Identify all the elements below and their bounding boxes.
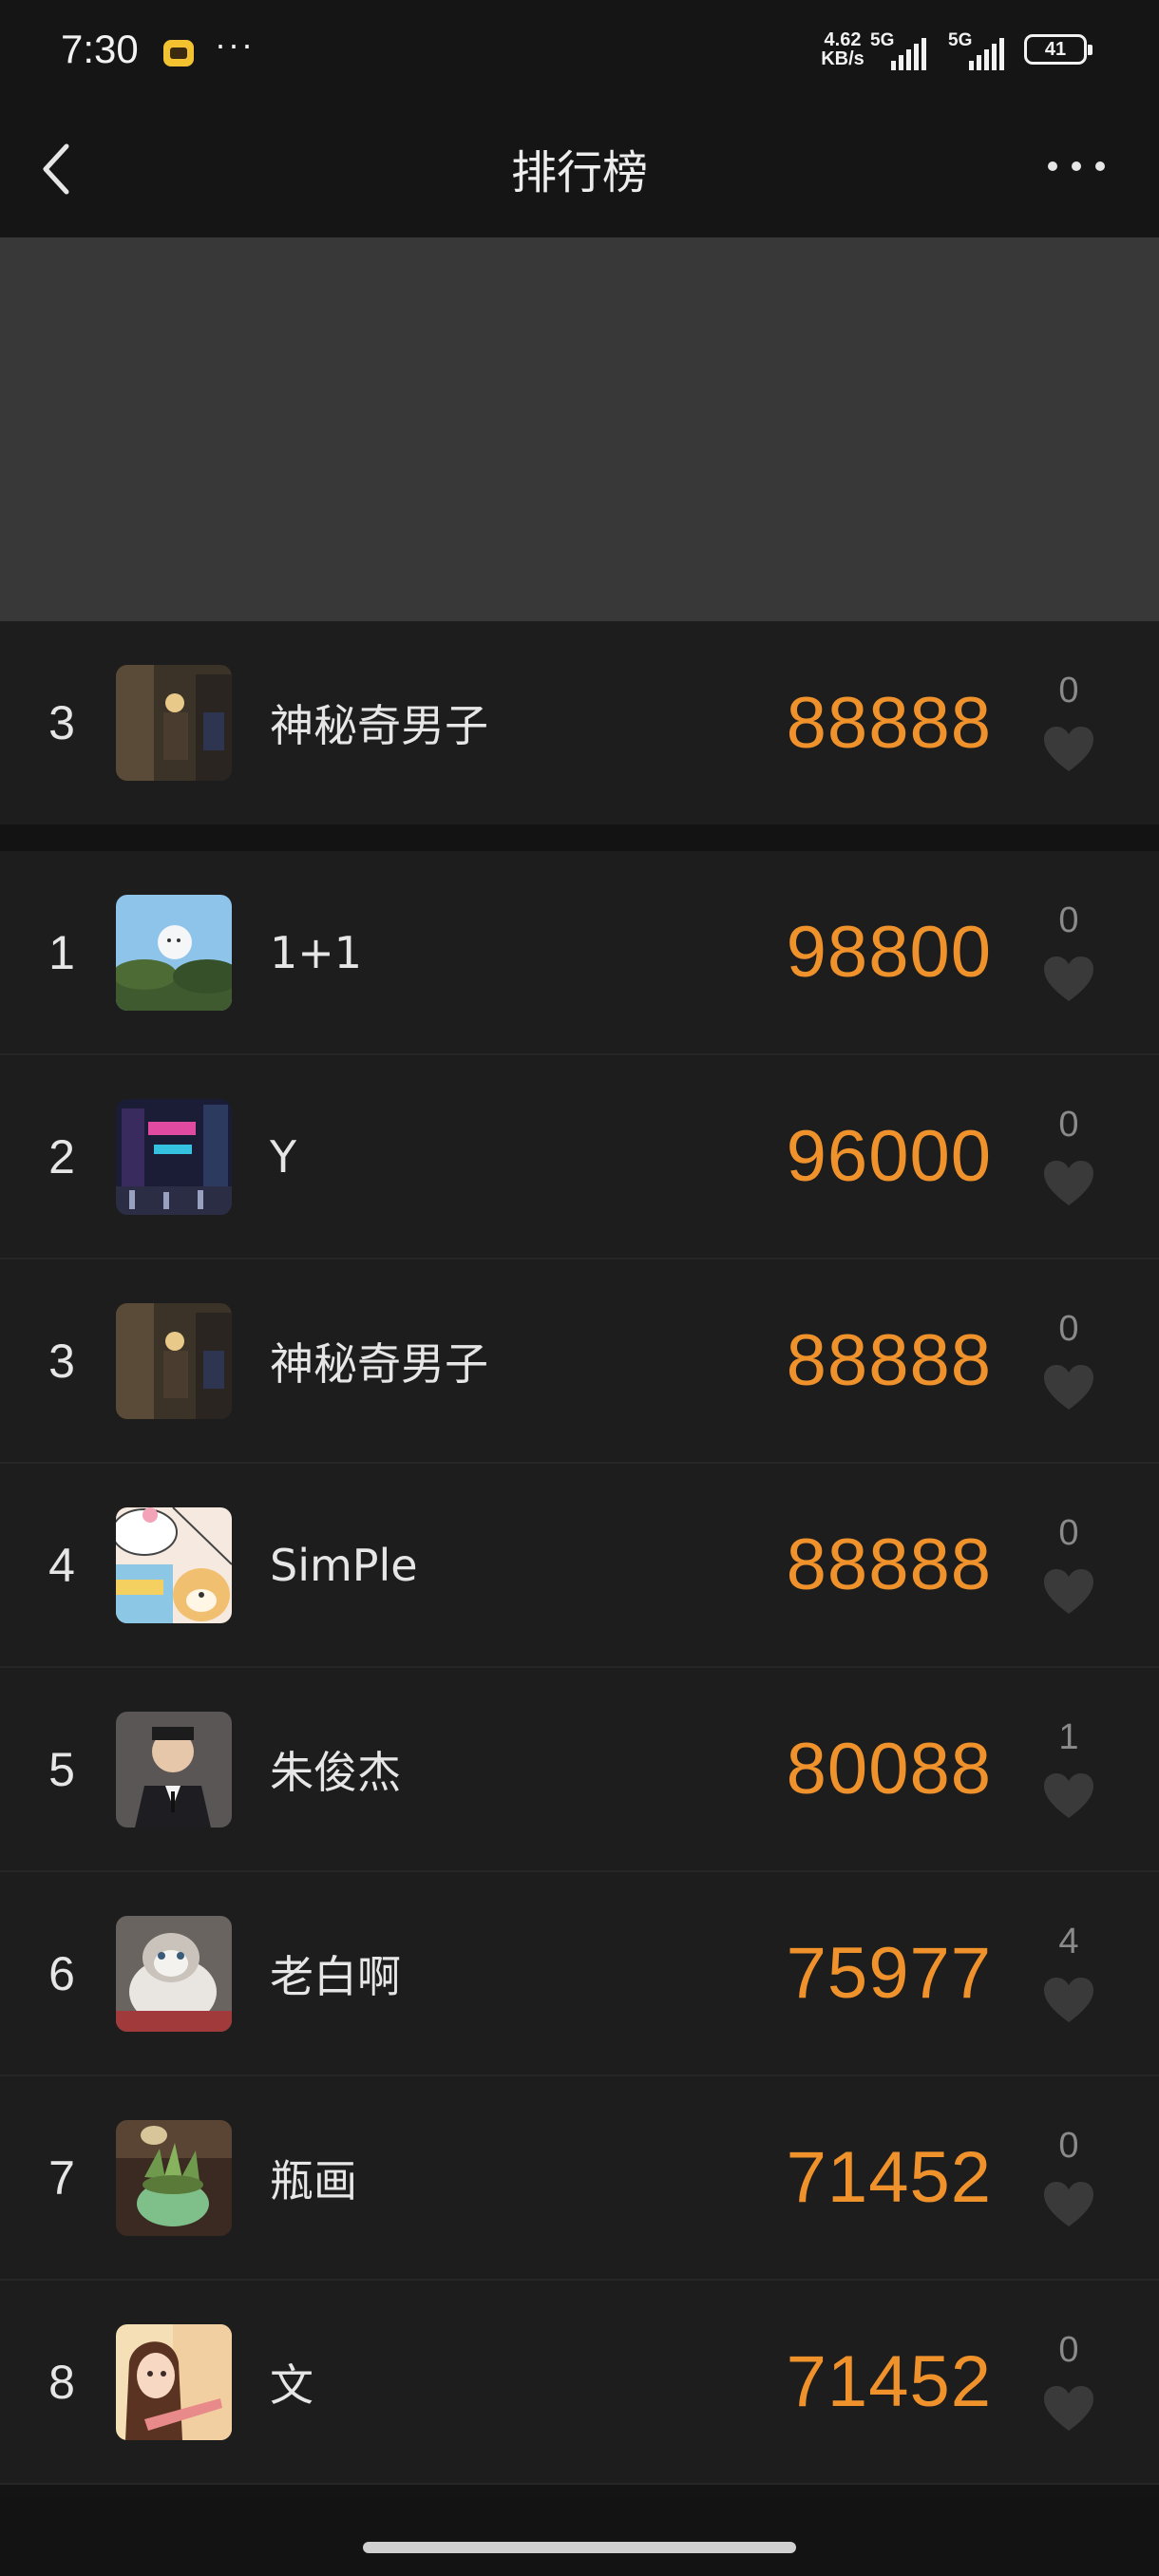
page-title: 排行榜	[510, 146, 648, 199]
leaderboard-row[interactable]: 2 Y 96000 0	[0, 1055, 1159, 1260]
player-name: 1+1	[270, 926, 363, 978]
heart-icon[interactable]	[1043, 1977, 1094, 2024]
heart-icon[interactable]	[1043, 1160, 1094, 1207]
avatar[interactable]	[116, 665, 232, 781]
avatar[interactable]	[116, 1507, 232, 1623]
leaderboard-row[interactable]: 1 1+1 98800 0	[0, 851, 1159, 1055]
banner-area	[0, 237, 1159, 621]
player-score: 71452	[786, 2137, 992, 2218]
section-divider	[0, 824, 1159, 851]
notification-app-icon	[163, 40, 194, 66]
rank-number: 3	[48, 1334, 75, 1388]
player-score: 96000	[786, 1116, 992, 1197]
avatar[interactable]	[116, 1099, 232, 1215]
bottom-bar	[0, 2498, 1159, 2576]
more-notifications-icon: ···	[215, 25, 255, 64]
player-score: 88888	[786, 1320, 992, 1401]
rank-number: 1	[48, 925, 75, 979]
avatar[interactable]	[116, 1916, 232, 2032]
my-rank-row[interactable]: 3 神秘奇男子 88888 0	[0, 621, 1159, 824]
heart-icon[interactable]	[1043, 1364, 1094, 1411]
rank-number: 7	[48, 2150, 75, 2205]
avatar[interactable]	[116, 1303, 232, 1419]
status-bar: 7:30 ··· 4.62 KB/s 5G 5G 41	[0, 0, 1159, 104]
player-score: 98800	[786, 912, 992, 993]
like-count: 0	[1058, 1105, 1079, 1145]
leaderboard-row[interactable]: 4 SimPle 88888 0	[0, 1464, 1159, 1668]
player-score: 88888	[786, 682, 992, 764]
heart-icon[interactable]	[1043, 726, 1094, 773]
leaderboard-row[interactable]: 6 老白啊 75977 4	[0, 1872, 1159, 2076]
player-name: 文	[270, 2358, 314, 2411]
heart-icon[interactable]	[1043, 1772, 1094, 1820]
player-name: 瓶画	[270, 2154, 357, 2207]
leaderboard-row[interactable]: 7 瓶画 71452 0	[0, 2076, 1159, 2281]
like-count: 0	[1058, 1513, 1079, 1553]
network-speed: 4.62 KB/s	[821, 29, 864, 69]
rank-number: 2	[48, 1129, 75, 1184]
rank-number: 5	[48, 1742, 75, 1796]
avatar[interactable]	[116, 895, 232, 1011]
heart-icon[interactable]	[1043, 2181, 1094, 2228]
like-count: 0	[1058, 900, 1079, 940]
player-name: 神秘奇男子	[270, 700, 488, 751]
avatar[interactable]	[116, 2120, 232, 2236]
rank-number: 4	[48, 1538, 75, 1592]
rank-number: 8	[48, 2355, 75, 2409]
player-name: Y	[270, 1130, 297, 1183]
battery-icon: 41	[1024, 34, 1092, 65]
player-score: 80088	[786, 1729, 992, 1809]
player-score: 88888	[786, 1525, 992, 1605]
leaderboard-row[interactable]: 8 文 71452 0	[0, 2281, 1159, 2485]
more-dots-icon[interactable]	[1045, 152, 1108, 180]
like-count: 0	[1058, 2126, 1079, 2166]
heart-icon[interactable]	[1043, 956, 1094, 1003]
leaderboard-row[interactable]: 5 朱俊杰 80088 1	[0, 1668, 1159, 1872]
avatar[interactable]	[116, 1712, 232, 1828]
rank-number: 6	[48, 1946, 75, 2000]
heart-icon[interactable]	[1043, 2385, 1094, 2433]
heart-icon[interactable]	[1043, 1568, 1094, 1616]
player-name: SimPle	[270, 1539, 418, 1591]
player-name: 神秘奇男子	[270, 1337, 488, 1390]
like-count: 0	[1058, 1309, 1079, 1349]
leaderboard-list: 1 1+1 98800 0 2 Y 96000 0 3 神秘奇男子 88888 …	[0, 851, 1159, 2485]
like-count: 4	[1058, 1922, 1079, 1961]
player-score: 75977	[786, 1933, 992, 2014]
player-name: 老白啊	[270, 1950, 401, 2002]
like-count: 0	[1058, 671, 1079, 710]
player-score: 71452	[786, 2341, 992, 2422]
player-name: 朱俊杰	[270, 1746, 401, 1798]
like-count: 1	[1058, 1717, 1079, 1757]
status-time: 7:30	[61, 27, 139, 71]
avatar[interactable]	[116, 2324, 232, 2440]
home-indicator[interactable]	[363, 2542, 796, 2553]
my-rank-section: 3 神秘奇男子 88888 0	[0, 621, 1159, 824]
leaderboard-row[interactable]: 3 神秘奇男子 88888 0	[0, 1260, 1159, 1464]
title-bar: 排行榜	[0, 104, 1159, 237]
like-count: 0	[1058, 2330, 1079, 2370]
rank-number: 3	[48, 696, 75, 749]
